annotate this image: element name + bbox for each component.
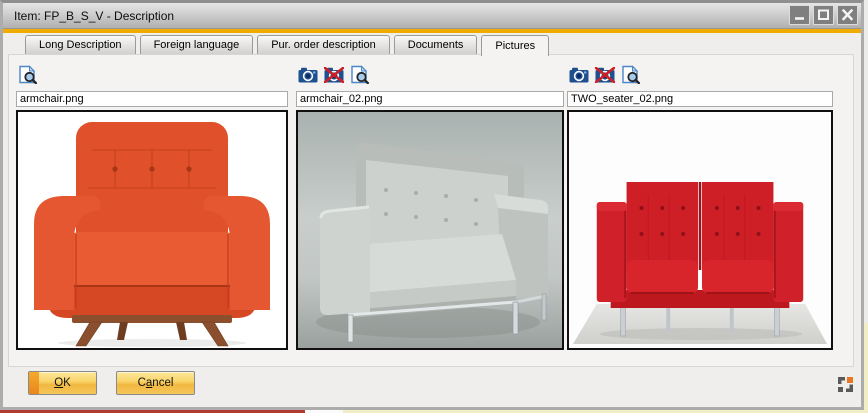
take-picture-button[interactable] <box>298 65 318 84</box>
preview-picture-button[interactable] <box>18 65 38 84</box>
panel-3-toolbar <box>569 65 833 84</box>
filename-input-2[interactable] <box>296 91 564 107</box>
filename-input-1[interactable] <box>16 91 288 107</box>
resize-form-button[interactable] <box>836 375 854 393</box>
picture-orange-armchair[interactable] <box>16 110 288 350</box>
picture-panel-2 <box>296 62 564 350</box>
orange-armchair-image <box>18 112 286 348</box>
delete-picture-button[interactable] <box>324 65 344 84</box>
tab-pictures[interactable]: Pictures <box>481 35 549 56</box>
maximize-icon <box>817 9 830 21</box>
window-title: Item: FP_B_S_V - Description <box>14 9 174 23</box>
maximize-button[interactable] <box>813 5 834 25</box>
camera-icon <box>298 67 318 83</box>
picture-panel-1 <box>16 62 288 350</box>
tab-foreign-language[interactable]: Foreign language <box>140 35 254 54</box>
delete-picture-icon <box>595 67 615 83</box>
titlebar[interactable]: Item: FP_B_S_V - Description <box>3 3 861 29</box>
tab-pur-order-description[interactable]: Pur. order description <box>257 35 390 54</box>
background-window-right-edge-yellow <box>864 323 868 413</box>
gold-accent-bar <box>3 29 861 33</box>
panel-2-toolbar <box>298 65 564 84</box>
delete-picture-icon <box>324 67 344 83</box>
minimize-icon <box>793 9 806 21</box>
delete-picture-button[interactable] <box>595 65 615 84</box>
red-two-seater-image <box>569 112 831 348</box>
camera-icon <box>569 67 589 83</box>
preview-picture-button[interactable] <box>350 65 370 84</box>
description-dialog: Item: FP_B_S_V - Description Long Descri… <box>0 0 864 410</box>
filename-input-3[interactable] <box>567 91 833 107</box>
tab-long-description[interactable]: Long Description <box>25 35 136 54</box>
tab-documents[interactable]: Documents <box>394 35 478 54</box>
picture-red-two-seater[interactable] <box>567 110 833 350</box>
preview-icon <box>351 65 369 84</box>
cancel-button-label: Cancel <box>138 377 174 389</box>
minimize-button[interactable] <box>789 5 810 25</box>
cancel-button[interactable]: Cancel <box>116 371 195 395</box>
close-button[interactable] <box>837 5 858 25</box>
take-picture-button[interactable] <box>569 65 589 84</box>
ok-button-label: OK <box>54 377 71 389</box>
tab-strip: Long Description Foreign language Pur. o… <box>25 35 549 56</box>
preview-icon <box>19 65 37 84</box>
panel-1-toolbar <box>18 65 288 84</box>
preview-icon <box>622 65 640 84</box>
picture-gray-armchair[interactable] <box>296 110 564 350</box>
resize-form-icon <box>836 375 854 393</box>
close-icon <box>841 9 854 21</box>
preview-picture-button[interactable] <box>621 65 641 84</box>
ok-button[interactable]: OK <box>28 371 97 395</box>
window-controls <box>789 5 858 25</box>
picture-panel-3 <box>567 62 833 350</box>
gray-armchair-image <box>298 112 562 348</box>
